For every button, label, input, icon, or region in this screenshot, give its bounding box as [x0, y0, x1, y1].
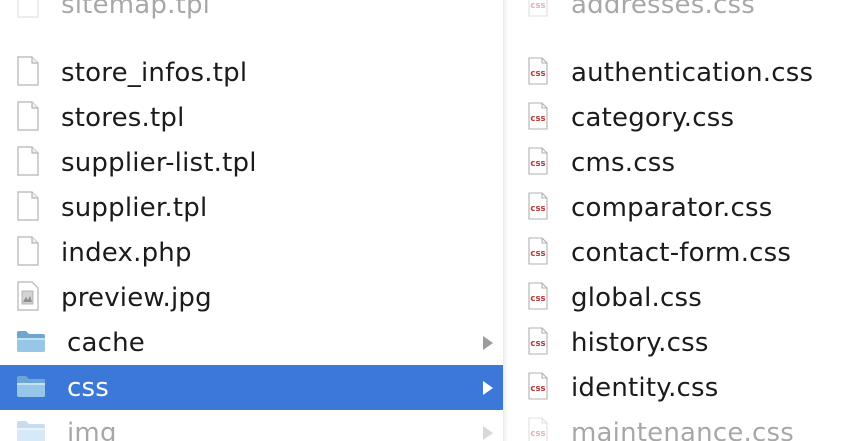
item-label: css	[67, 372, 109, 403]
file-row-preview-jpg[interactable]: preview.jpg	[0, 275, 503, 320]
css-file-row-global-css[interactable]: css global.css	[508, 275, 845, 320]
css-file-icon: css	[527, 191, 549, 224]
item-label: comparator.css	[571, 192, 773, 223]
item-label: contact-form.css	[571, 237, 792, 268]
svg-text:css: css	[530, 159, 545, 169]
file-row-store-infos-tpl[interactable]: store_infos.tpl	[0, 50, 503, 95]
item-label: stores.tpl	[61, 102, 185, 133]
item-label: global.css	[571, 282, 702, 313]
css-file-row-category-css[interactable]: css category.css	[508, 95, 845, 140]
item-label: authentication.css	[571, 57, 814, 88]
item-label: img	[67, 417, 117, 441]
document-icon	[16, 0, 40, 22]
css-file-row-comparator-css[interactable]: css comparator.css	[508, 185, 845, 230]
css-file-icon: css	[527, 416, 549, 441]
css-file-icon: css	[527, 146, 549, 179]
file-row-css[interactable]: css	[0, 365, 503, 410]
document-icon	[16, 145, 40, 180]
item-label: index.php	[61, 237, 192, 268]
document-icon	[16, 235, 40, 270]
svg-text:css: css	[530, 339, 545, 349]
file-row-sitemap-tpl[interactable]: sitemap.tpl	[0, 0, 503, 27]
css-file-row-history-css[interactable]: css history.css	[508, 320, 845, 365]
folder-icon	[16, 374, 46, 402]
file-row-index-php[interactable]: index.php	[0, 230, 503, 275]
css-file-icon: css	[527, 101, 549, 134]
css-file-icon: css	[527, 236, 549, 269]
file-row-img[interactable]: img	[0, 410, 503, 441]
item-label: identity.css	[571, 372, 719, 403]
item-label: sitemap.tpl	[61, 0, 211, 20]
disclosure-arrow-icon[interactable]	[483, 425, 493, 440]
css-file-row-addresses-css[interactable]: css addresses.css	[508, 0, 845, 27]
svg-text:css: css	[530, 204, 545, 214]
parent-folder-column[interactable]: sitemap.tpl store_infos.tpl stores.tpl supp…	[0, 0, 503, 441]
folder-icon	[16, 329, 46, 357]
file-row-stores-tpl[interactable]: stores.tpl	[0, 95, 503, 140]
svg-text:css: css	[530, 114, 545, 124]
css-file-icon: css	[527, 0, 549, 21]
item-label: category.css	[571, 102, 735, 133]
css-folder-column[interactable]: css addresses.css css authentication.css css…	[508, 0, 845, 441]
document-icon	[16, 55, 40, 90]
document-icon	[16, 190, 40, 225]
item-label: addresses.css	[571, 0, 755, 20]
css-file-row-identity-css[interactable]: css identity.css	[508, 365, 845, 410]
file-row-supplier-list-tpl[interactable]: supplier-list.tpl	[0, 140, 503, 185]
file-row-supplier-tpl[interactable]: supplier.tpl	[0, 185, 503, 230]
svg-text:css: css	[530, 384, 545, 394]
css-file-row-authentication-css[interactable]: css authentication.css	[508, 50, 845, 95]
css-file-icon: css	[527, 371, 549, 404]
item-label: cms.css	[571, 147, 676, 178]
svg-text:css: css	[530, 69, 545, 79]
file-row-cache[interactable]: cache	[0, 320, 503, 365]
item-label: history.css	[571, 327, 709, 358]
css-file-row-cms-css[interactable]: css cms.css	[508, 140, 845, 185]
svg-text:css: css	[530, 294, 545, 304]
item-label: supplier-list.tpl	[61, 147, 257, 178]
svg-text:css: css	[530, 249, 545, 259]
css-file-row-maintenance-css[interactable]: css maintenance.css	[508, 410, 845, 441]
css-file-icon: css	[527, 326, 549, 359]
svg-text:css: css	[530, 429, 545, 439]
svg-text:css: css	[530, 1, 545, 11]
disclosure-arrow-icon[interactable]	[483, 335, 493, 350]
css-file-row-contact-form-css[interactable]: css contact-form.css	[508, 230, 845, 275]
item-label: preview.jpg	[61, 282, 212, 313]
image-file-icon	[16, 280, 40, 315]
disclosure-arrow-icon[interactable]	[483, 380, 493, 395]
item-label: cache	[67, 327, 145, 358]
document-icon	[16, 100, 40, 135]
item-label: supplier.tpl	[61, 192, 208, 223]
css-file-icon: css	[527, 56, 549, 89]
css-file-icon: css	[527, 281, 549, 314]
item-label: maintenance.css	[571, 417, 794, 441]
item-label: store_infos.tpl	[61, 57, 248, 88]
folder-icon	[16, 419, 46, 441]
